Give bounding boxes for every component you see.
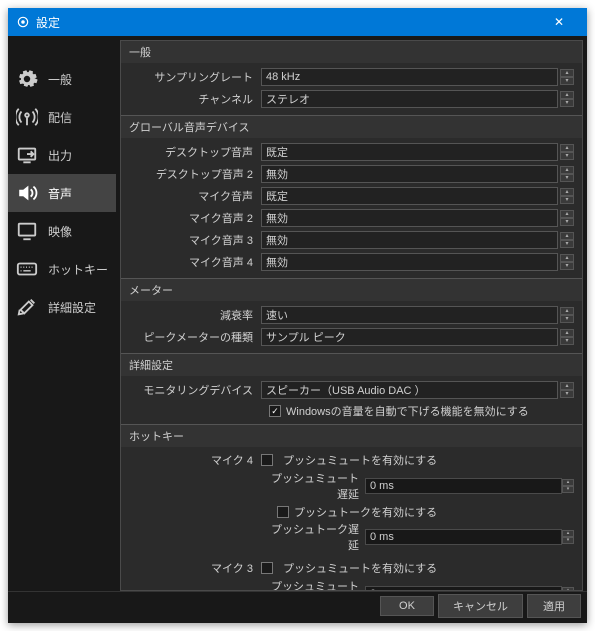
decay-rate-label: 減衰率: [129, 307, 261, 323]
section-global-audio: グローバル音声デバイス デスクトップ音声既定▴▾ デスクトップ音声 2無効▴▾ …: [121, 116, 582, 279]
desktop-audio-select[interactable]: 既定: [261, 143, 558, 161]
sidebar-item-stream[interactable]: 配信: [8, 98, 116, 136]
disable-ducking-checkbox[interactable]: [269, 405, 281, 417]
sidebar-item-audio[interactable]: 音声: [8, 174, 116, 212]
footer: OK キャンセル 適用: [8, 591, 587, 619]
peak-meter-select[interactable]: サンプル ピーク: [261, 328, 558, 346]
section-hotkeys: ホットキー マイク 4 プッシュミュートを有効にする プッシュミュート遅延 0 …: [121, 425, 582, 591]
ptt-delay-input[interactable]: 0 ms: [365, 529, 562, 545]
mic-audio-3-label: マイク音声 3: [129, 232, 261, 248]
ptm-enable-label: プッシュミュートを有効にする: [283, 452, 437, 468]
sidebar-item-video[interactable]: 映像: [8, 212, 116, 250]
channels-select[interactable]: ステレオ: [261, 90, 558, 108]
sidebar-item-label: 映像: [48, 223, 72, 240]
section-header: ホットキー: [121, 425, 582, 447]
ptm-enable-checkbox[interactable]: [261, 454, 273, 466]
sidebar-item-label: 音声: [48, 185, 72, 202]
gear-icon: [16, 68, 38, 90]
sidebar-item-label: 詳細設定: [48, 299, 96, 316]
desktop-audio-label: デスクトップ音声: [129, 144, 261, 160]
mic-audio-4-select[interactable]: 無効: [261, 253, 558, 271]
sidebar-item-label: 一般: [48, 71, 72, 88]
output-icon: [16, 144, 38, 166]
antenna-icon: [16, 106, 38, 128]
ptt-delay-label: プッシュトーク遅延: [269, 521, 365, 553]
hotkey-group-mic3-label: マイク 3: [129, 560, 261, 576]
ptt-enable-checkbox[interactable]: [277, 506, 289, 518]
keyboard-icon: [16, 258, 38, 280]
close-button[interactable]: ✕: [539, 15, 579, 29]
ptm-enable-label: プッシュミュートを有効にする: [283, 560, 437, 576]
mic-audio-2-label: マイク音声 2: [129, 210, 261, 226]
sidebar-item-label: ホットキー: [48, 261, 108, 278]
sample-rate-select[interactable]: 48 kHz: [261, 68, 558, 86]
titlebar: 設定 ✕: [8, 8, 587, 36]
sidebar-item-general[interactable]: 一般: [8, 60, 116, 98]
section-meter: メーター 減衰率速い▴▾ ピークメーターの種類サンプル ピーク▴▾: [121, 279, 582, 354]
mic-audio-3-select[interactable]: 無効: [261, 231, 558, 249]
window-title: 設定: [36, 14, 539, 31]
monitor-icon: [16, 220, 38, 242]
desktop-audio-2-select[interactable]: 無効: [261, 165, 558, 183]
monitoring-device-label: モニタリングデバイス: [129, 382, 261, 398]
apply-button[interactable]: 適用: [527, 594, 581, 618]
ptm-delay-label: プッシュミュート遅延: [269, 470, 365, 502]
section-general: 一般 サンプリングレート 48 kHz ▴▾ チャンネル ステレオ ▴▾: [121, 41, 582, 116]
spin-up-icon[interactable]: ▴: [560, 69, 574, 77]
spin-up-icon[interactable]: ▴: [560, 91, 574, 99]
ok-button[interactable]: OK: [380, 596, 434, 616]
peak-meter-label: ピークメーターの種類: [129, 329, 261, 345]
sample-rate-label: サンプリングレート: [129, 69, 261, 85]
sidebar-item-label: 配信: [48, 109, 72, 126]
tools-icon: [16, 296, 38, 318]
mic-audio-4-label: マイク音声 4: [129, 254, 261, 270]
sidebar-item-hotkeys[interactable]: ホットキー: [8, 250, 116, 288]
channels-label: チャンネル: [129, 91, 261, 107]
section-header: グローバル音声デバイス: [121, 116, 582, 138]
mic-audio-select[interactable]: 既定: [261, 187, 558, 205]
speaker-icon: [16, 182, 38, 204]
cancel-button[interactable]: キャンセル: [438, 594, 523, 618]
section-header: 一般: [121, 41, 582, 63]
ptm-delay-label: プッシュミュート遅延: [269, 578, 365, 591]
settings-window: 設定 ✕ 一般 配信 出力 音声 映像: [8, 8, 587, 623]
spin-down-icon[interactable]: ▾: [560, 99, 574, 107]
sidebar-item-label: 出力: [48, 147, 72, 164]
section-header: メーター: [121, 279, 582, 301]
hotkey-group-mic4-label: マイク 4: [129, 452, 261, 468]
ptt-enable-label: プッシュトークを有効にする: [294, 504, 437, 520]
monitoring-device-select[interactable]: スピーカー（USB Audio DAC ）: [261, 381, 558, 399]
desktop-audio-2-label: デスクトップ音声 2: [129, 166, 261, 182]
mic-audio-2-select[interactable]: 無効: [261, 209, 558, 227]
section-header: 詳細設定: [121, 354, 582, 376]
sidebar: 一般 配信 出力 音声 映像 ホットキー: [8, 36, 116, 591]
ptm-delay-input[interactable]: 0 ms: [365, 478, 562, 494]
content-pane: 一般 サンプリングレート 48 kHz ▴▾ チャンネル ステレオ ▴▾ グロー…: [120, 40, 583, 591]
decay-rate-select[interactable]: 速い: [261, 306, 558, 324]
sidebar-item-output[interactable]: 出力: [8, 136, 116, 174]
ptm-enable-checkbox[interactable]: [261, 562, 273, 574]
ptm-delay-input[interactable]: 0 ms: [365, 586, 562, 591]
sidebar-item-advanced[interactable]: 詳細設定: [8, 288, 116, 326]
spin-down-icon[interactable]: ▾: [560, 77, 574, 85]
mic-audio-label: マイク音声: [129, 188, 261, 204]
app-icon: [16, 15, 30, 29]
disable-ducking-label: Windowsの音量を自動で下げる機能を無効にする: [286, 403, 529, 419]
section-advanced: 詳細設定 モニタリングデバイススピーカー（USB Audio DAC ）▴▾ W…: [121, 354, 582, 425]
